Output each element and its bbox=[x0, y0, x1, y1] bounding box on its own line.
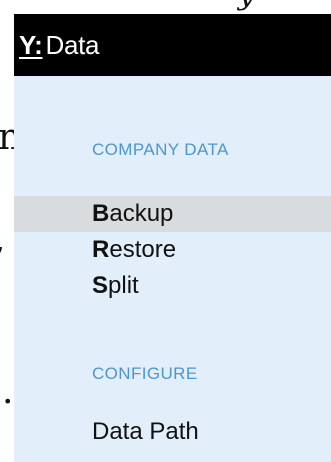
menu-item-label: ackup bbox=[109, 200, 174, 227]
menu-item-hotkey: R bbox=[92, 236, 110, 263]
menu-item-hotkey: S bbox=[92, 272, 109, 299]
menu-item-label: estore bbox=[109, 236, 177, 263]
background-text-fragment: y bbox=[238, 0, 255, 10]
background-text-fragment: . bbox=[2, 371, 14, 412]
menu-item-restore[interactable]: Restore bbox=[14, 232, 331, 268]
data-menu-panel: Y: Data COMPANY DATA Backup Restore Spli… bbox=[14, 14, 331, 462]
menu-item-label: Data Path bbox=[92, 418, 199, 445]
menu-item-data-path[interactable]: Data Path bbox=[14, 414, 331, 450]
screen: y n , . Y: Data COMPANY DATA Backup Rest… bbox=[0, 0, 331, 462]
menu-item-hotkey: B bbox=[92, 200, 110, 227]
section-label-configure: CONFIGURE bbox=[92, 364, 198, 383]
menu-header: Y: Data bbox=[14, 14, 331, 76]
menu-item-label: plit bbox=[108, 272, 139, 299]
background-text-fragment: , bbox=[0, 222, 5, 258]
menu-title: Data bbox=[45, 29, 100, 60]
section-label-company-data: COMPANY DATA bbox=[92, 140, 229, 159]
menu-item-split[interactable]: Split bbox=[14, 268, 331, 304]
menu-hotkey: Y: bbox=[19, 29, 43, 60]
menu-item-backup[interactable]: Backup bbox=[14, 196, 331, 232]
